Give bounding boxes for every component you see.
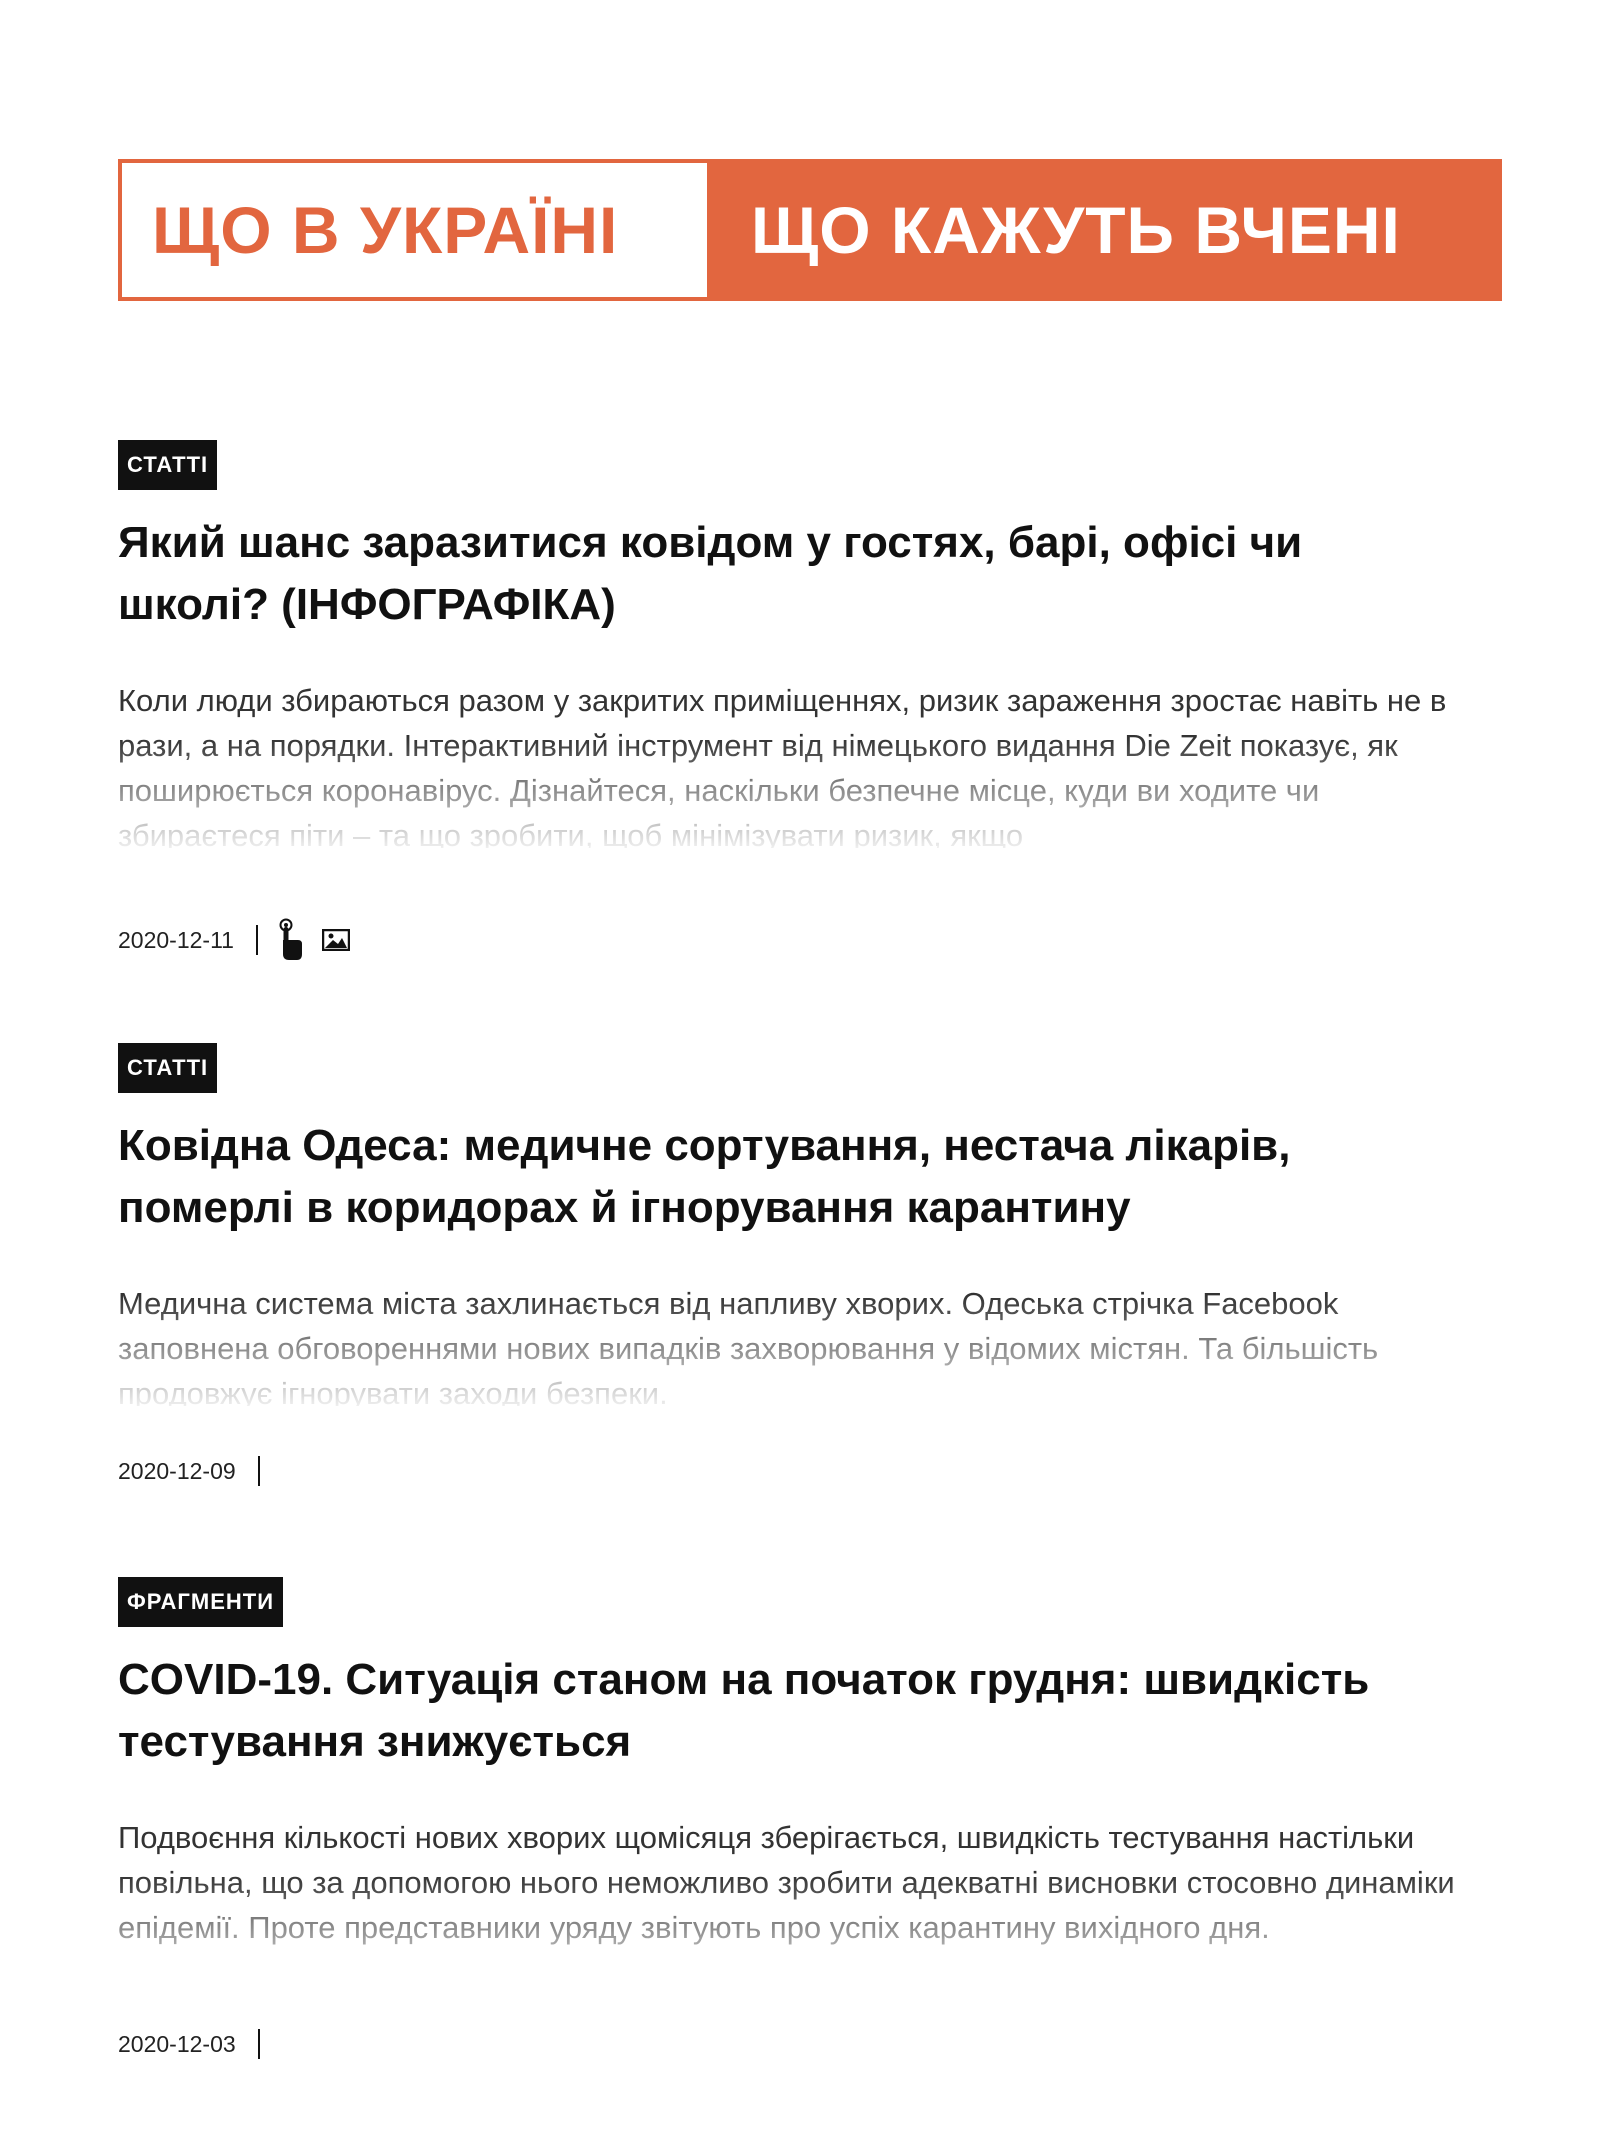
article-item: СТАТТІ Ковідна Одеса: медичне сортування… — [118, 1043, 1502, 1577]
article-list: СТАТТІ Який шанс заразитися ковідом у го… — [118, 440, 1502, 2059]
article-title[interactable]: Ковідна Одеса: медичне сортування, неста… — [118, 1115, 1458, 1239]
tab-scientists-label: ЩО КАЖУТЬ ВЧЕНІ — [751, 193, 1401, 267]
article-title[interactable]: Який шанс заразитися ковідом у гостях, б… — [118, 512, 1458, 636]
article-meta: 2020-12-09 — [118, 1456, 1502, 1486]
article-excerpt-container: Подвоєння кількості нових хворих щомісяц… — [118, 1815, 1468, 1985]
meta-divider — [257, 2029, 260, 2059]
category-badge[interactable]: СТАТТІ — [118, 440, 218, 490]
tab-ukraine[interactable]: ЩО В УКРАЇНІ — [118, 159, 711, 301]
meta-divider — [257, 1456, 260, 1486]
article-excerpt: Коли люди збираються разом у закритих пр… — [118, 683, 1447, 848]
article-item: ФРАГМЕНТИ COVID-19. Ситуація станом на п… — [118, 1577, 1502, 2059]
article-meta: 2020-12-11 — [118, 918, 1502, 962]
article-excerpt-container: Медична система міста захлинається від н… — [118, 1281, 1468, 1406]
image-icon — [321, 929, 350, 951]
article-item: СТАТТІ Який шанс заразитися ковідом у го… — [118, 440, 1502, 1043]
category-badge[interactable]: СТАТТІ — [118, 1043, 218, 1093]
article-title[interactable]: COVID-19. Ситуація станом на початок гру… — [118, 1649, 1458, 1773]
article-date: 2020-12-11 — [118, 926, 234, 953]
article-excerpt-container: Коли люди збираються разом у закритих пр… — [118, 678, 1468, 848]
article-date: 2020-12-03 — [118, 2030, 236, 2057]
tab-scientists[interactable]: ЩО КАЖУТЬ ВЧЕНІ — [711, 159, 1502, 301]
interactive-touch-icon — [276, 918, 304, 962]
section-tabs: ЩО В УКРАЇНІ ЩО КАЖУТЬ ВЧЕНІ — [118, 159, 1502, 301]
tab-ukraine-label: ЩО В УКРАЇНІ — [152, 193, 619, 267]
meta-divider — [255, 925, 258, 955]
article-excerpt: Медична система міста захлинається від н… — [118, 1286, 1379, 1406]
article-date: 2020-12-09 — [118, 1457, 236, 1484]
article-meta: 2020-12-03 — [118, 2029, 1502, 2059]
category-badge[interactable]: ФРАГМЕНТИ — [118, 1577, 284, 1627]
article-excerpt: Подвоєння кількості нових хворих щомісяц… — [118, 1820, 1455, 1945]
